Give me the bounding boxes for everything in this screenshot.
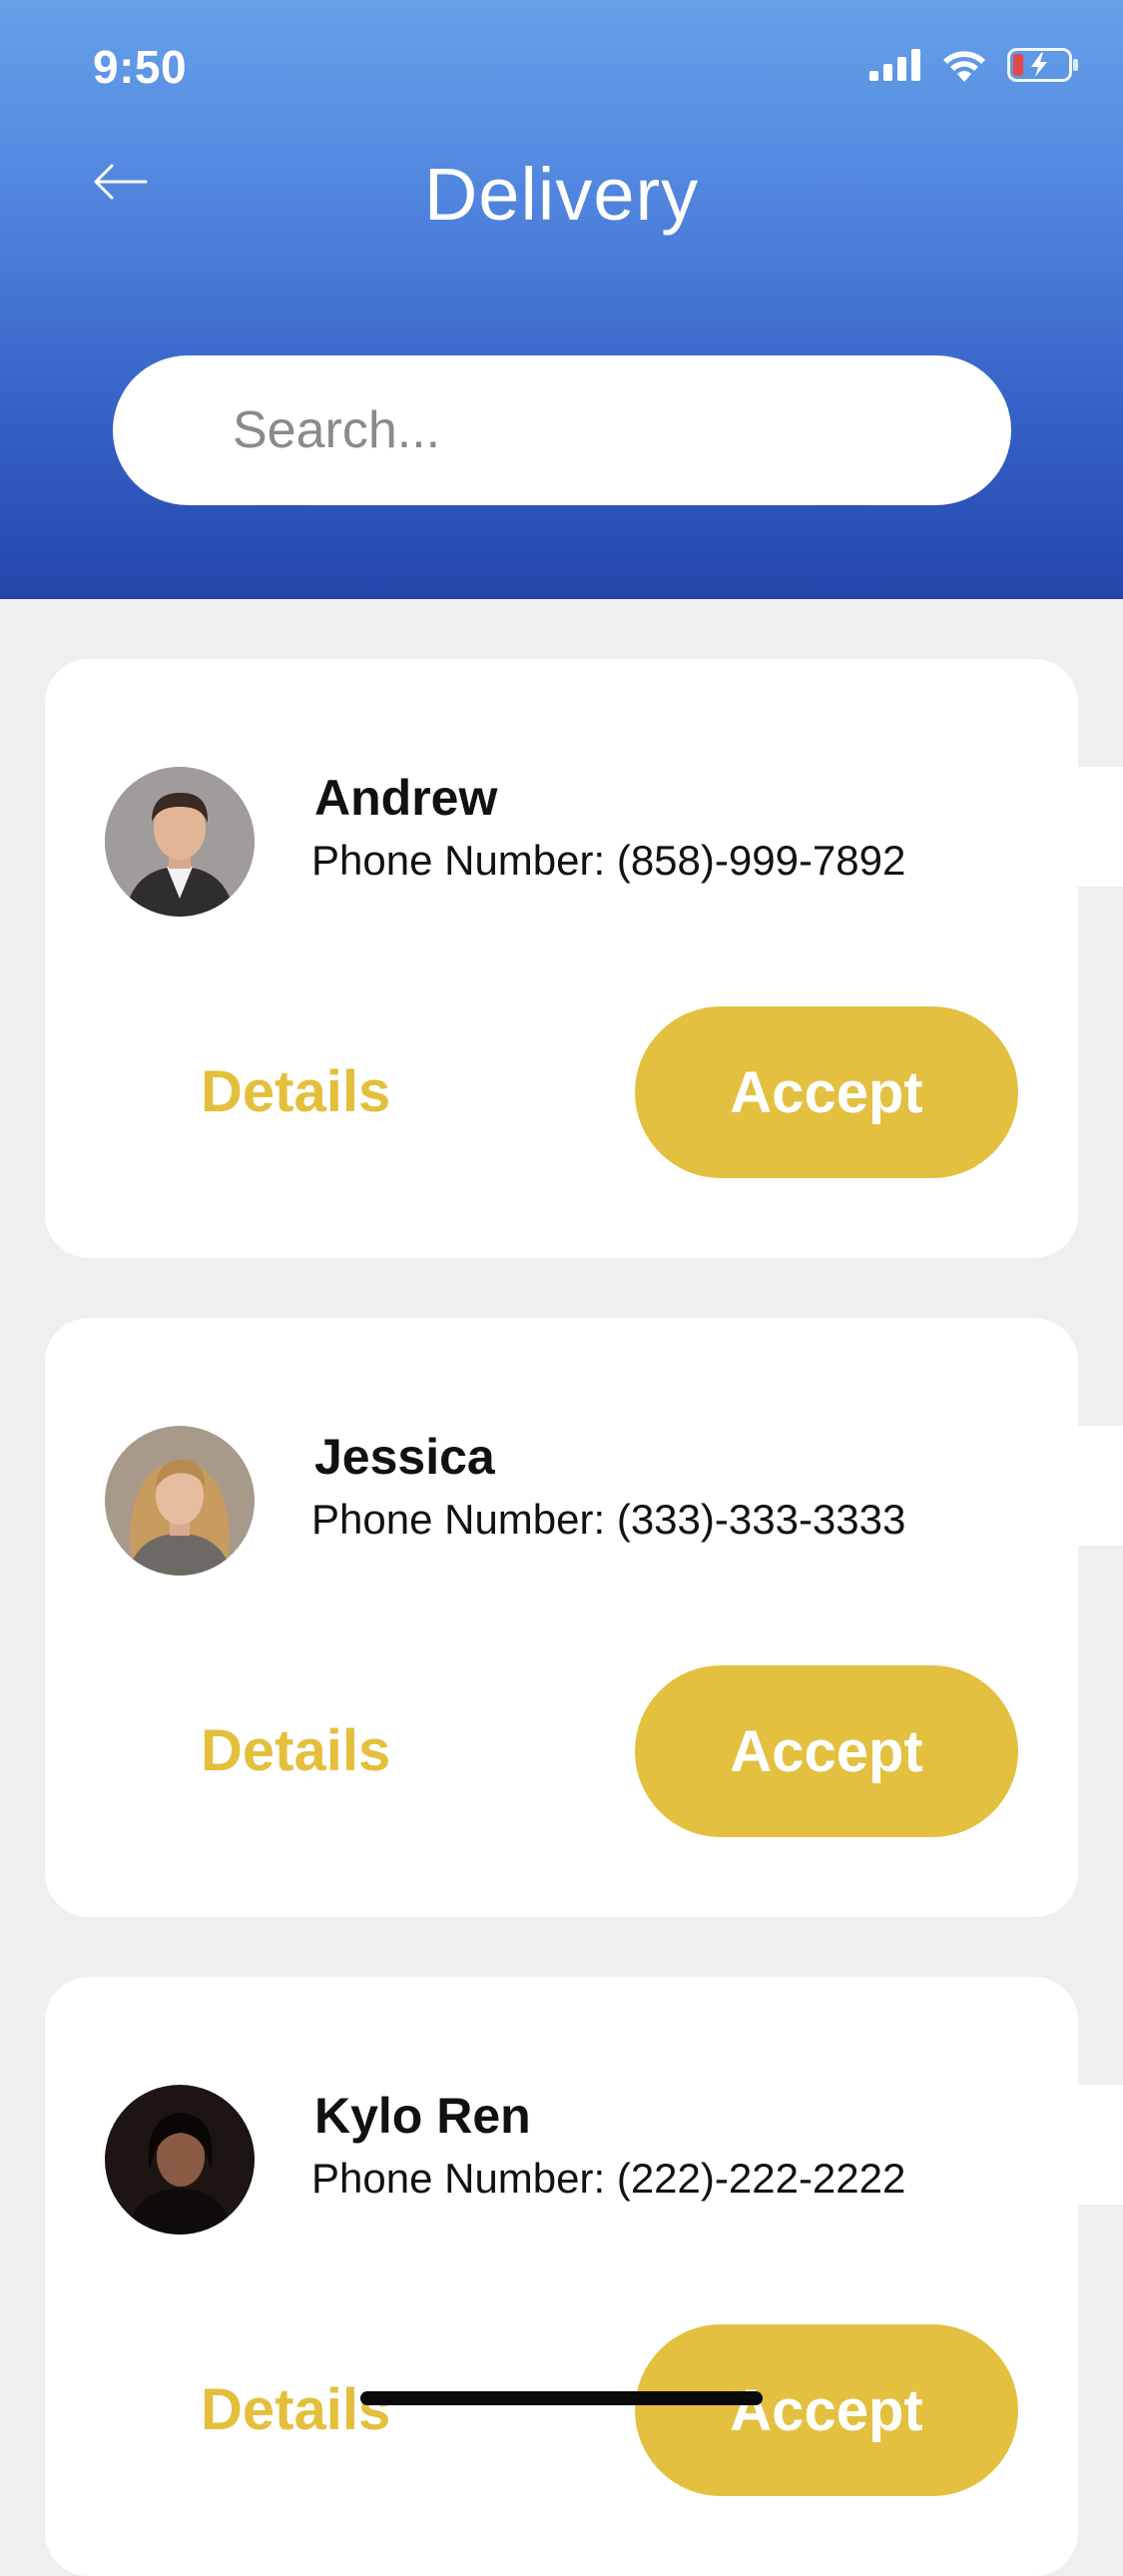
- card-side-tab: [1078, 2085, 1123, 2205]
- person-name: Andrew: [314, 770, 498, 826]
- phone-number: Phone Number: (222)-222-2222: [311, 2155, 906, 2202]
- delivery-card: Andrew Phone Number: (858)-999-7892 Deta…: [45, 659, 1123, 1258]
- delivery-card: Jessica Phone Number: (333)-333-3333 Det…: [45, 1318, 1123, 1917]
- delivery-card: Kylo Ren Phone Number: (222)-222-2222 De…: [45, 1977, 1123, 2576]
- person-name: Kylo Ren: [314, 2088, 531, 2144]
- phone-number: Phone Number: (858)-999-7892: [311, 837, 906, 884]
- search-input[interactable]: [113, 355, 1011, 505]
- avatar: [105, 1426, 255, 1576]
- card-side-tab: [1078, 1426, 1123, 1546]
- battery-charging-icon: [1007, 48, 1079, 82]
- cellular-signal-icon: [869, 49, 921, 81]
- accept-button[interactable]: Accept: [635, 2324, 1018, 2496]
- phone-number: Phone Number: (333)-333-3333: [311, 1496, 906, 1543]
- home-indicator: [360, 2391, 763, 2405]
- person-name: Jessica: [314, 1429, 495, 1485]
- accept-button[interactable]: Accept: [635, 1006, 1018, 1178]
- status-icons: [869, 48, 1079, 82]
- search-bar: [113, 355, 1011, 505]
- wifi-icon: [941, 48, 987, 82]
- details-button[interactable]: Details: [153, 2374, 392, 2444]
- accept-button[interactable]: Accept: [635, 1665, 1018, 1837]
- page-title: Delivery: [423, 153, 700, 236]
- header: 9:50 Delivery Search...: [0, 0, 1123, 599]
- card-side-tab: [1078, 767, 1123, 887]
- avatar: [105, 767, 255, 917]
- details-button[interactable]: Details: [153, 1056, 392, 1126]
- status-time: 9:50: [93, 41, 188, 93]
- avatar: [105, 2085, 255, 2235]
- details-button[interactable]: Details: [153, 1715, 392, 1785]
